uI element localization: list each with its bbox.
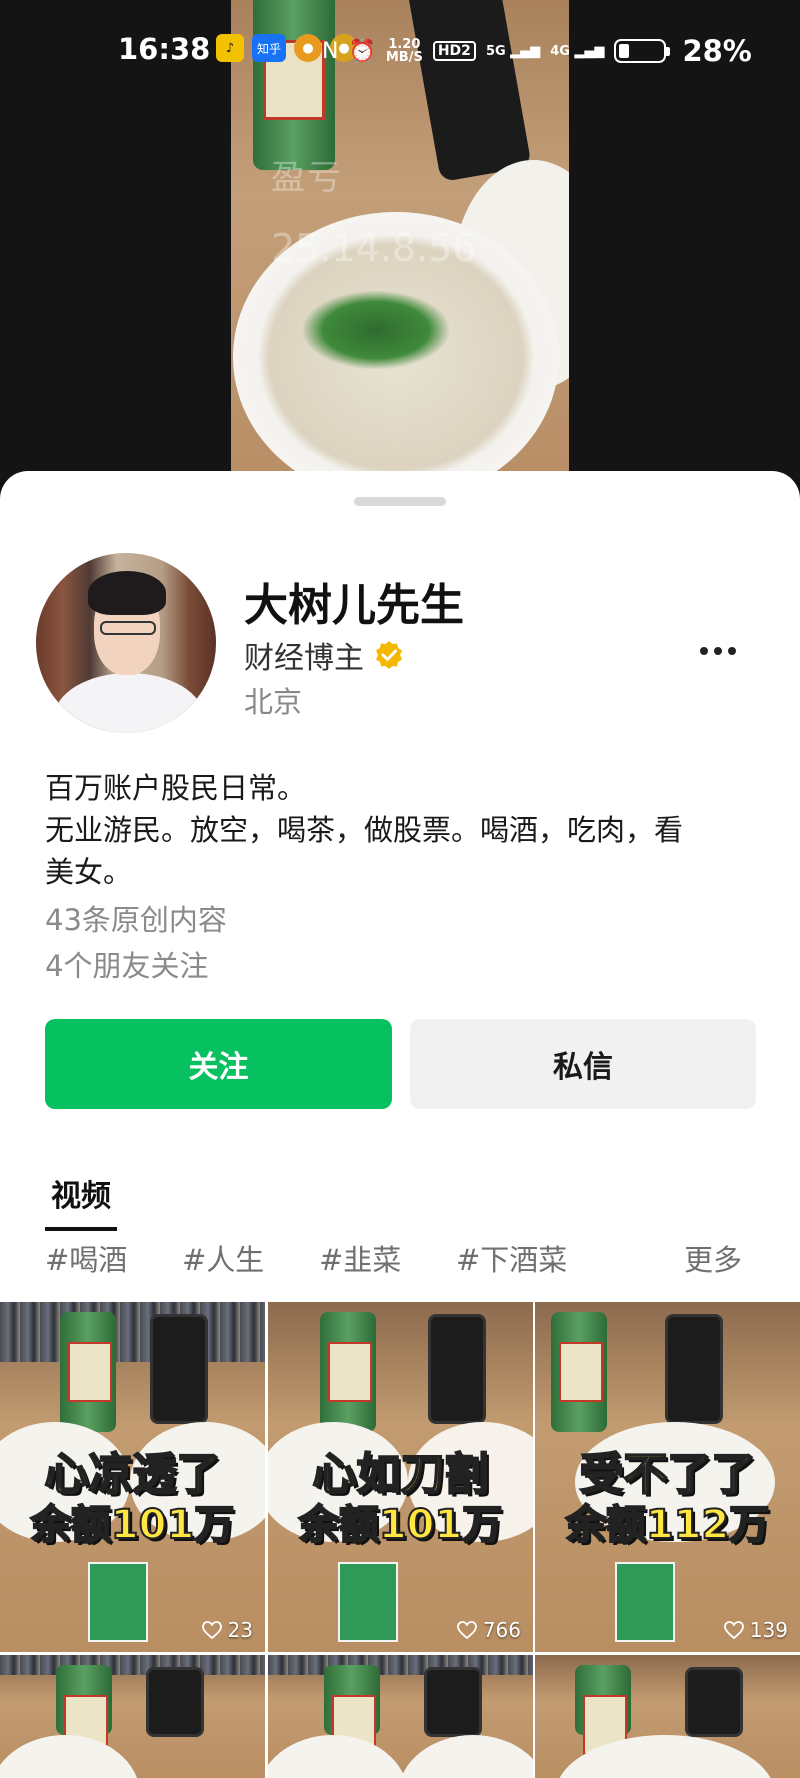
tag-item[interactable]: #喝酒 [45, 1237, 127, 1279]
system-indicators: N ⏰ 1.20 MB/S HD2 5G ▂▄▆ 4G ▂▄▆ 28% [322, 34, 752, 68]
video-overlay-number: 25.14.8.56 [271, 226, 477, 270]
tab-video[interactable]: 视频 [45, 1171, 117, 1231]
message-button[interactable]: 私信 [410, 1019, 756, 1109]
battery-icon [614, 39, 671, 63]
profile-bio: 百万账户股民日常。 无业游民。放空，喝茶，做股票。喝酒，吃肉，看 美女。 [45, 767, 745, 893]
video-overlay-text: 盈亏 [271, 158, 343, 198]
profile-role: 财经博主 [244, 641, 364, 676]
like-count: 766 [456, 1618, 521, 1642]
like-count-value: 23 [227, 1618, 253, 1642]
friends-following[interactable]: 4个朋友关注 [45, 943, 208, 985]
more-dot-icon [714, 647, 722, 655]
speed-unit: MB/S [385, 50, 423, 65]
drag-handle[interactable] [354, 497, 446, 506]
like-count: 23 [201, 1618, 253, 1642]
video-thumbnail[interactable] [535, 1655, 800, 1778]
like-count-value: 139 [749, 1618, 788, 1642]
more-dot-icon [728, 647, 736, 655]
video-grid: 心凉透了 余额101万 23 心如刀割 余额101万 766 受不了了 余额11… [0, 1302, 800, 1778]
alarm-icon: ⏰ [348, 38, 376, 64]
avatar[interactable] [36, 553, 216, 733]
bio-line: 百万账户股民日常。 [45, 771, 307, 805]
battery-percent: 28% [682, 34, 752, 68]
heart-icon [723, 1621, 744, 1639]
like-count: 139 [723, 1618, 788, 1642]
thumbnail-image [535, 1655, 800, 1778]
network-speed: 1.20 MB/S [386, 38, 423, 64]
status-bar: 16:38 ♪ 知乎 ● ● N ⏰ 1.20 MB/S HD2 5G ▂▄▆ … [0, 0, 800, 104]
role-row: 财经博主 [244, 633, 404, 677]
profile-sheet: 大树儿先生 财经博主 北京 百万账户股民日常。 无业游民。放空，喝茶，做股票。喝… [0, 471, 800, 1778]
video-thumbnail[interactable]: 受不了了 余额112万 139 [535, 1302, 800, 1652]
thumbnail-image [268, 1655, 533, 1778]
tag-item[interactable]: #人生 [182, 1237, 264, 1279]
more-options-button[interactable] [690, 631, 746, 671]
profile-name: 大树儿先生 [244, 580, 464, 631]
signal-4g-icon: 4G ▂▄▆ [550, 43, 605, 59]
follow-button[interactable]: 关注 [45, 1019, 392, 1109]
qq-music-icon: ♪ [216, 34, 244, 62]
heart-icon [201, 1621, 222, 1639]
tags-more-link[interactable]: 更多 [684, 1237, 742, 1279]
nfc-icon: N [322, 38, 339, 64]
tag-item[interactable]: #韭菜 [319, 1237, 401, 1279]
video-thumbnail[interactable]: 心如刀割 余额101万 766 [268, 1302, 533, 1652]
thumbnail-image [0, 1655, 265, 1778]
signal-4g-label: 4G [550, 43, 570, 59]
like-count-value: 766 [482, 1618, 521, 1642]
bio-line: 美女。 [45, 855, 133, 889]
verified-badge-icon [376, 641, 402, 669]
more-dot-icon [700, 647, 708, 655]
heart-icon [456, 1621, 477, 1639]
bio-line: 无业游民。放空，喝茶，做股票。喝酒，吃肉，看 [45, 813, 684, 847]
video-caption: 余额101万 [298, 1501, 504, 1549]
content-tabs: 视频 [45, 1171, 117, 1231]
profile-location: 北京 [244, 685, 303, 719]
zhihu-icon: 知乎 [252, 34, 286, 62]
video-caption: 余额101万 [30, 1501, 236, 1549]
signal-5g-icon: 5G ▂▄▆ [485, 43, 541, 59]
status-time: 16:38 [118, 32, 211, 66]
original-content-count[interactable]: 43条原创内容 [45, 897, 227, 939]
video-thumbnail[interactable] [268, 1655, 533, 1778]
topic-tags: #喝酒 #人生 #韭菜 #下酒菜 更多 [45, 1237, 757, 1277]
tag-item[interactable]: #下酒菜 [456, 1237, 567, 1279]
video-thumbnail[interactable] [0, 1655, 265, 1778]
app-icon: ● [294, 34, 322, 62]
video-caption: 余额112万 [565, 1501, 771, 1549]
signal-5g-label: 5G [485, 43, 506, 59]
greens [301, 290, 451, 370]
hd-icon: HD2 [432, 41, 476, 61]
video-thumbnail[interactable]: 心凉透了 余额101万 23 [0, 1302, 265, 1652]
